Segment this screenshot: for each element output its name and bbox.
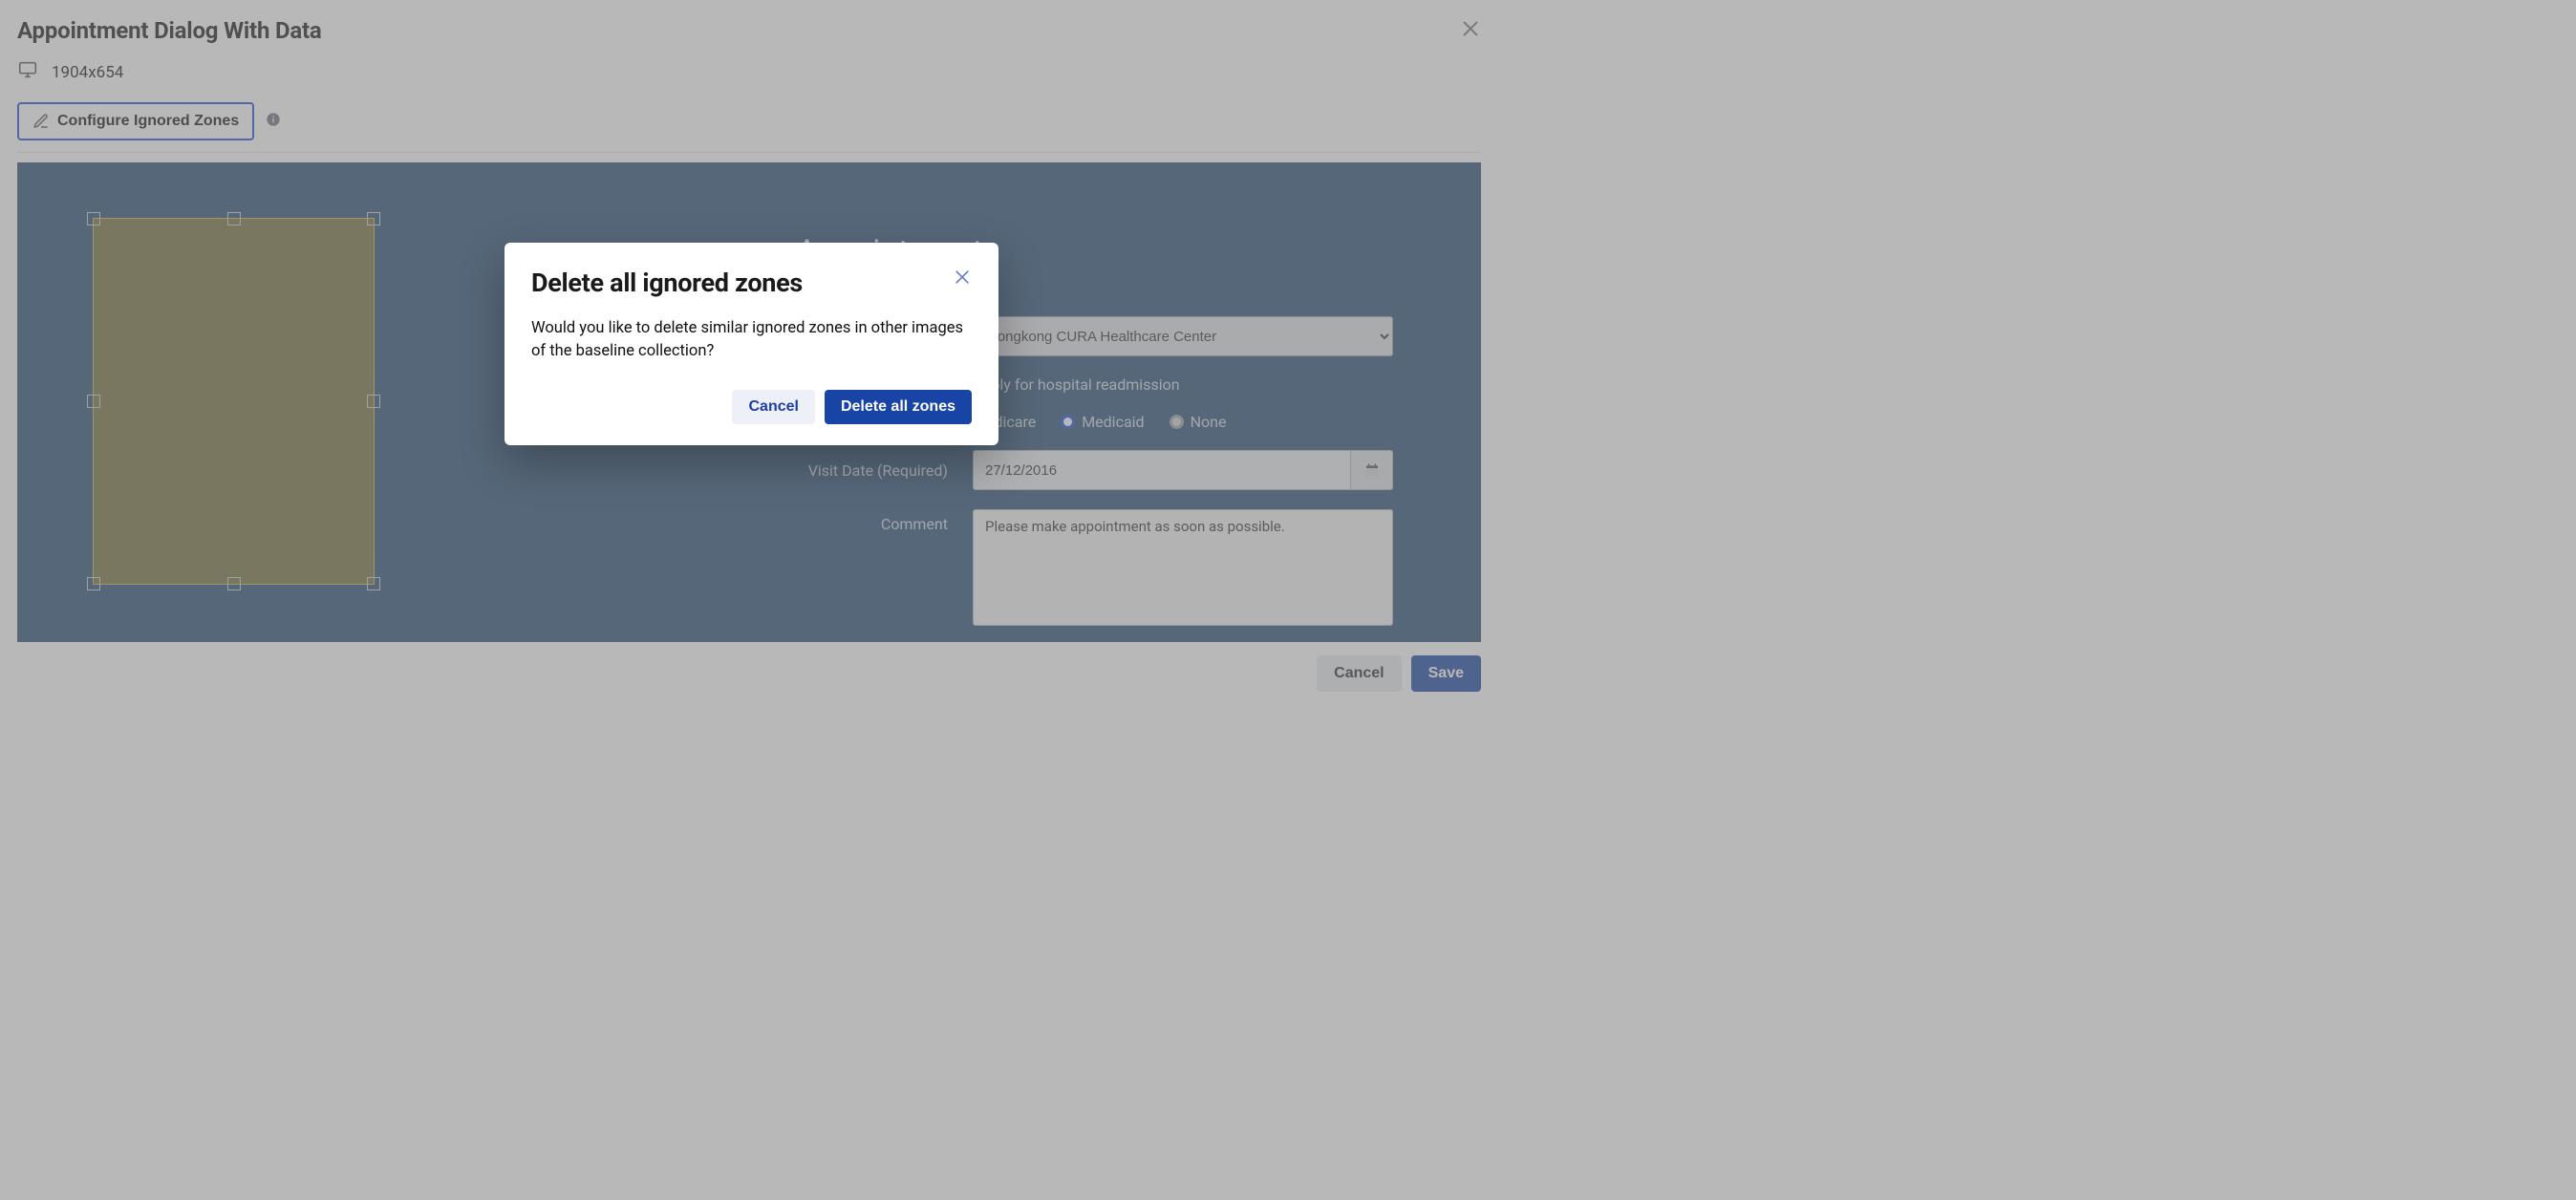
delete-zones-modal: Delete all ignored zones Would you like … bbox=[504, 243, 998, 445]
modal-delete-all-button[interactable]: Delete all zones bbox=[825, 390, 972, 424]
modal-title: Delete all ignored zones bbox=[531, 268, 803, 298]
modal-actions: Cancel Delete all zones bbox=[531, 390, 972, 424]
modal-body-text: Would you like to delete similar ignored… bbox=[531, 317, 972, 363]
modal-close-icon[interactable] bbox=[953, 268, 972, 290]
modal-cancel-button[interactable]: Cancel bbox=[732, 390, 814, 424]
modal-header: Delete all ignored zones bbox=[531, 268, 972, 298]
modal-overlay[interactable] bbox=[0, 0, 2576, 1200]
